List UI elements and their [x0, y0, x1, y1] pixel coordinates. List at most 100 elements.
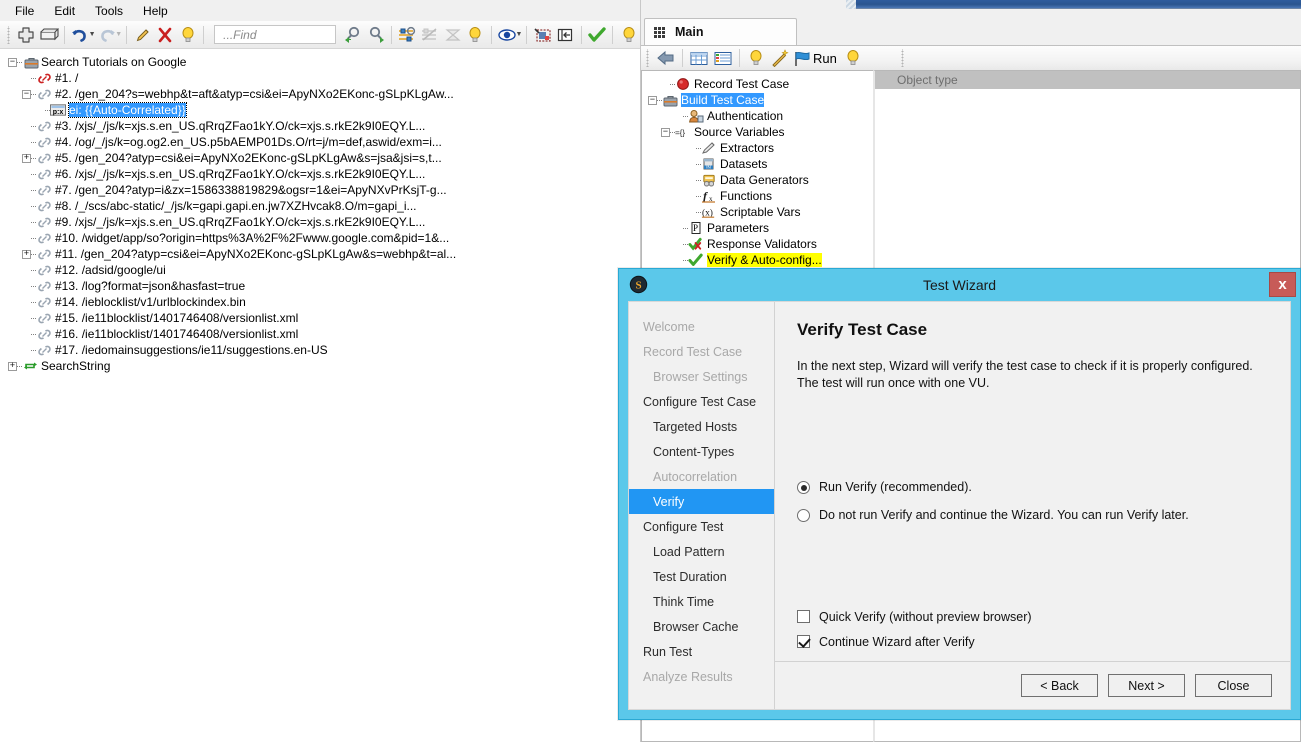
clear-icon[interactable]: [441, 23, 464, 46]
expander-root[interactable]: −: [8, 58, 17, 67]
wizard-step-targeted-hosts[interactable]: Targeted Hosts: [629, 414, 774, 439]
right-toolbar-grip-2[interactable]: [899, 49, 906, 67]
test-tree-row[interactable]: PParameters: [642, 220, 873, 236]
test-tree-row[interactable]: Verify & Auto-config...: [642, 252, 873, 268]
toolbar-grip[interactable]: [5, 26, 12, 44]
tree-row[interactable]: +#11. /gen_204?atyp=csi&ei=ApyNXo2EKonc-…: [0, 246, 640, 262]
menu-help[interactable]: Help: [134, 2, 177, 20]
test-tree-expander-1[interactable]: −: [648, 96, 657, 105]
hint-icon[interactable]: [177, 23, 200, 46]
menu-edit[interactable]: Edit: [45, 2, 84, 20]
test-tree-row[interactable]: INDatasets: [642, 156, 873, 172]
tree-row[interactable]: #4. /og/_/js/k=og.og2.en_US.p5bAEMP01Ds.…: [0, 134, 640, 150]
tree-row[interactable]: #13. /log?format=json&hasfast=true: [0, 278, 640, 294]
magic-wand-icon[interactable]: [768, 47, 792, 70]
tree-row[interactable]: p:xei: {{Auto-Correlated}}: [0, 102, 640, 118]
wizard-step-configure-test-case[interactable]: Configure Test Case: [629, 389, 774, 414]
radio-run-verify-icon[interactable]: [797, 481, 810, 494]
zoom-next-icon[interactable]: [364, 23, 387, 46]
tree-row-root[interactable]: − Search Tutorials on Google: [0, 54, 640, 70]
checkbox-quick-verify-row[interactable]: Quick Verify (without preview browser): [797, 604, 1032, 629]
flag-icon[interactable]: [792, 47, 812, 70]
hint3-icon[interactable]: [617, 23, 640, 46]
back-button[interactable]: < Back: [1021, 674, 1098, 697]
test-tree-row[interactable]: fxFunctions: [642, 188, 873, 204]
wizard-step-configure-test[interactable]: Configure Test: [629, 514, 774, 539]
wizard-step-welcome[interactable]: Welcome: [629, 314, 774, 339]
wizard-step-load-pattern[interactable]: Load Pattern: [629, 539, 774, 564]
tree-row[interactable]: #14. /ieblocklist/v1/urlblockindex.bin: [0, 294, 640, 310]
duplicate-icon[interactable]: [37, 23, 60, 46]
tree-row[interactable]: #17. /iedomainsuggestions/ie11/suggestio…: [0, 342, 640, 358]
add-icon[interactable]: [15, 23, 38, 46]
test-tree-row[interactable]: −={}Source Variables: [642, 124, 873, 140]
wizard-step-record-test-case[interactable]: Record Test Case: [629, 339, 774, 364]
radio-option-skip-verify[interactable]: Do not run Verify and continue the Wizar…: [797, 508, 1189, 536]
collapse-icon[interactable]: [554, 23, 577, 46]
redo-icon[interactable]: [96, 23, 119, 46]
edit-icon[interactable]: [131, 23, 154, 46]
checkbox-continue-wizard-icon[interactable]: [797, 635, 810, 648]
wizard-step-browser-settings[interactable]: Browser Settings: [629, 364, 774, 389]
hint-icon[interactable]: [744, 47, 768, 70]
tree-row[interactable]: #6. /xjs/_/js/k=xjs.s.en_US.qRrqZFao1kY.…: [0, 166, 640, 182]
wizard-step-analyze-results[interactable]: Analyze Results: [629, 664, 774, 689]
checkbox-quick-verify-icon[interactable]: [797, 610, 810, 623]
view-icon[interactable]: [496, 23, 519, 46]
tree-row[interactable]: #16. /ie11blocklist/1401746408/versionli…: [0, 326, 640, 342]
tree-row[interactable]: #12. /adsid/google/ui: [0, 262, 640, 278]
menu-file[interactable]: File: [6, 2, 43, 20]
find-input[interactable]: ...Find: [214, 25, 336, 44]
radio-option-run-verify[interactable]: Run Verify (recommended).: [797, 480, 1189, 508]
tree-row[interactable]: #9. /xjs/_/js/k=xjs.s.en_US.qRrqZFao1kY.…: [0, 214, 640, 230]
wizard-step-verify[interactable]: Verify: [629, 489, 774, 514]
test-tree-row[interactable]: Data Generators: [642, 172, 873, 188]
wizard-step-test-duration[interactable]: Test Duration: [629, 564, 774, 589]
uncorrelate-icon[interactable]: [419, 23, 442, 46]
expander-18[interactable]: +: [8, 362, 17, 371]
wizard-step-browser-cache[interactable]: Browser Cache: [629, 614, 774, 639]
correlate-icon[interactable]: [396, 23, 419, 46]
tree-row[interactable]: #7. /gen_204?atyp=i&zx=1586338819829&ogs…: [0, 182, 640, 198]
wizard-step-content-types[interactable]: Content-Types: [629, 439, 774, 464]
back-arrow-icon[interactable]: [654, 47, 678, 70]
menu-tools[interactable]: Tools: [86, 2, 132, 20]
report-icon[interactable]: [711, 47, 735, 70]
zoom-prev-icon[interactable]: [342, 23, 365, 46]
wizard-step-run-test[interactable]: Run Test: [629, 639, 774, 664]
dialog-titlebar[interactable]: S Test Wizard x: [619, 269, 1300, 301]
wizard-step-list[interactable]: WelcomeRecord Test CaseBrowser SettingsC…: [629, 302, 775, 709]
expander-11[interactable]: +: [22, 250, 31, 259]
radio-skip-verify-icon[interactable]: [797, 509, 810, 522]
run-label[interactable]: Run: [813, 51, 837, 66]
test-tree-row[interactable]: Response Validators: [642, 236, 873, 252]
wizard-step-autocorrelation[interactable]: Autocorrelation: [629, 464, 774, 489]
hint-icon-2[interactable]: [841, 47, 865, 70]
validate-icon[interactable]: [586, 23, 609, 46]
tree-row[interactable]: #3. /xjs/_/js/k=xjs.s.en_US.qRrqZFao1kY.…: [0, 118, 640, 134]
tree-row[interactable]: #8. /_/scs/abc-static/_/js/k=gapi.gapi.e…: [0, 198, 640, 214]
request-tree[interactable]: − Search Tutorials on Google #1. /−#2. /…: [0, 50, 640, 742]
close-icon[interactable]: x: [1269, 272, 1296, 297]
test-tree-row[interactable]: −Build Test Case: [642, 92, 873, 108]
hint2-icon[interactable]: [464, 23, 487, 46]
test-tree-row[interactable]: Authentication: [642, 108, 873, 124]
close-button[interactable]: Close: [1195, 674, 1272, 697]
tree-row[interactable]: #15. /ie11blocklist/1401746408/versionli…: [0, 310, 640, 326]
snapshot-icon[interactable]: [531, 23, 554, 46]
right-toolbar-grip[interactable]: [644, 49, 651, 67]
test-tree-expander-3[interactable]: −: [661, 128, 670, 137]
tree-row[interactable]: +SearchString: [0, 358, 640, 374]
test-tree-row[interactable]: (x)Scriptable Vars: [642, 204, 873, 220]
tree-row[interactable]: #10. /widget/app/so?origin=https%3A%2F%2…: [0, 230, 640, 246]
expander-5[interactable]: +: [22, 154, 31, 163]
next-button[interactable]: Next >: [1108, 674, 1185, 697]
undo-icon[interactable]: [69, 23, 92, 46]
test-tree-row[interactable]: Extractors: [642, 140, 873, 156]
table-icon[interactable]: [687, 47, 711, 70]
test-tree-row[interactable]: Record Test Case: [642, 76, 873, 92]
checkbox-continue-wizard-row[interactable]: Continue Wizard after Verify: [797, 629, 1032, 654]
expander-1[interactable]: −: [22, 90, 31, 99]
tab-main[interactable]: Main: [644, 18, 797, 45]
tree-row[interactable]: #1. /: [0, 70, 640, 86]
